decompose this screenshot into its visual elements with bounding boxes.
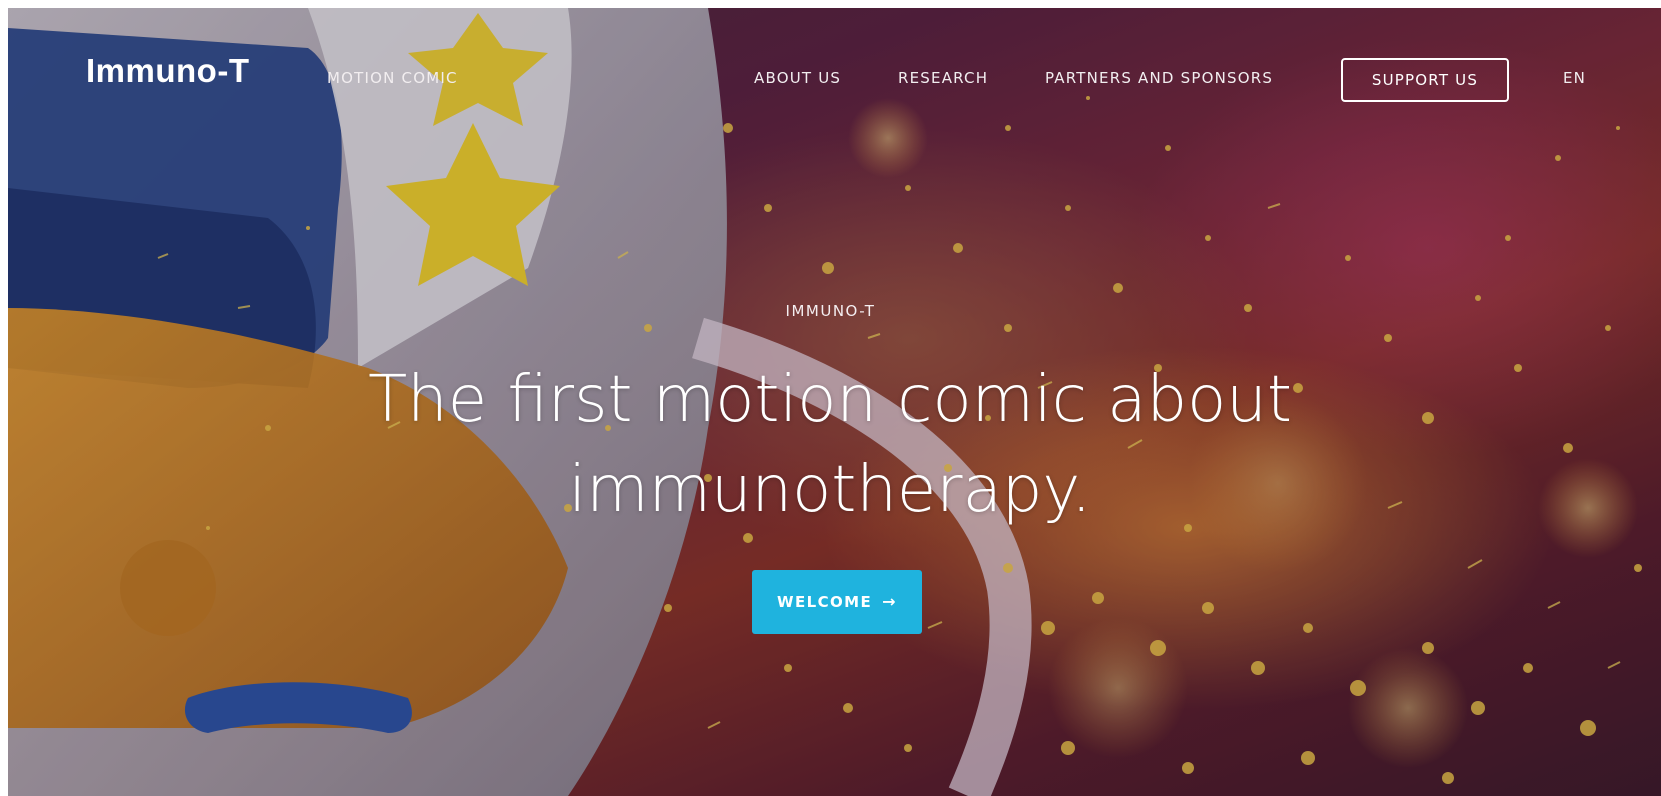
welcome-button-label: WELCOME (777, 593, 873, 611)
support-us-button[interactable]: SUPPORT US (1341, 58, 1509, 102)
site-logo[interactable]: Immuno-T (86, 54, 249, 87)
arrow-right-icon: → (882, 592, 897, 611)
nav-motion-comic[interactable]: MOTION COMIC (327, 71, 458, 86)
hero-headline-line-1: The first motion comic about (368, 363, 1292, 437)
hero-headline: The first motion comic about immunothera… (330, 355, 1330, 535)
welcome-button[interactable]: WELCOME → (752, 570, 922, 634)
page: Immuno-T MOTION COMIC ABOUT US RESEARCH … (0, 0, 1661, 796)
hero-eyebrow: IMMUNO-T (785, 302, 876, 320)
language-selector[interactable]: EN (1563, 71, 1586, 86)
nav-research[interactable]: RESEARCH (898, 71, 988, 86)
nav-partners-and-sponsors[interactable]: PARTNERS AND SPONSORS (1045, 71, 1273, 86)
hero-headline-line-2: immunotherapy. (568, 453, 1092, 527)
nav-about-us[interactable]: ABOUT US (754, 71, 841, 86)
